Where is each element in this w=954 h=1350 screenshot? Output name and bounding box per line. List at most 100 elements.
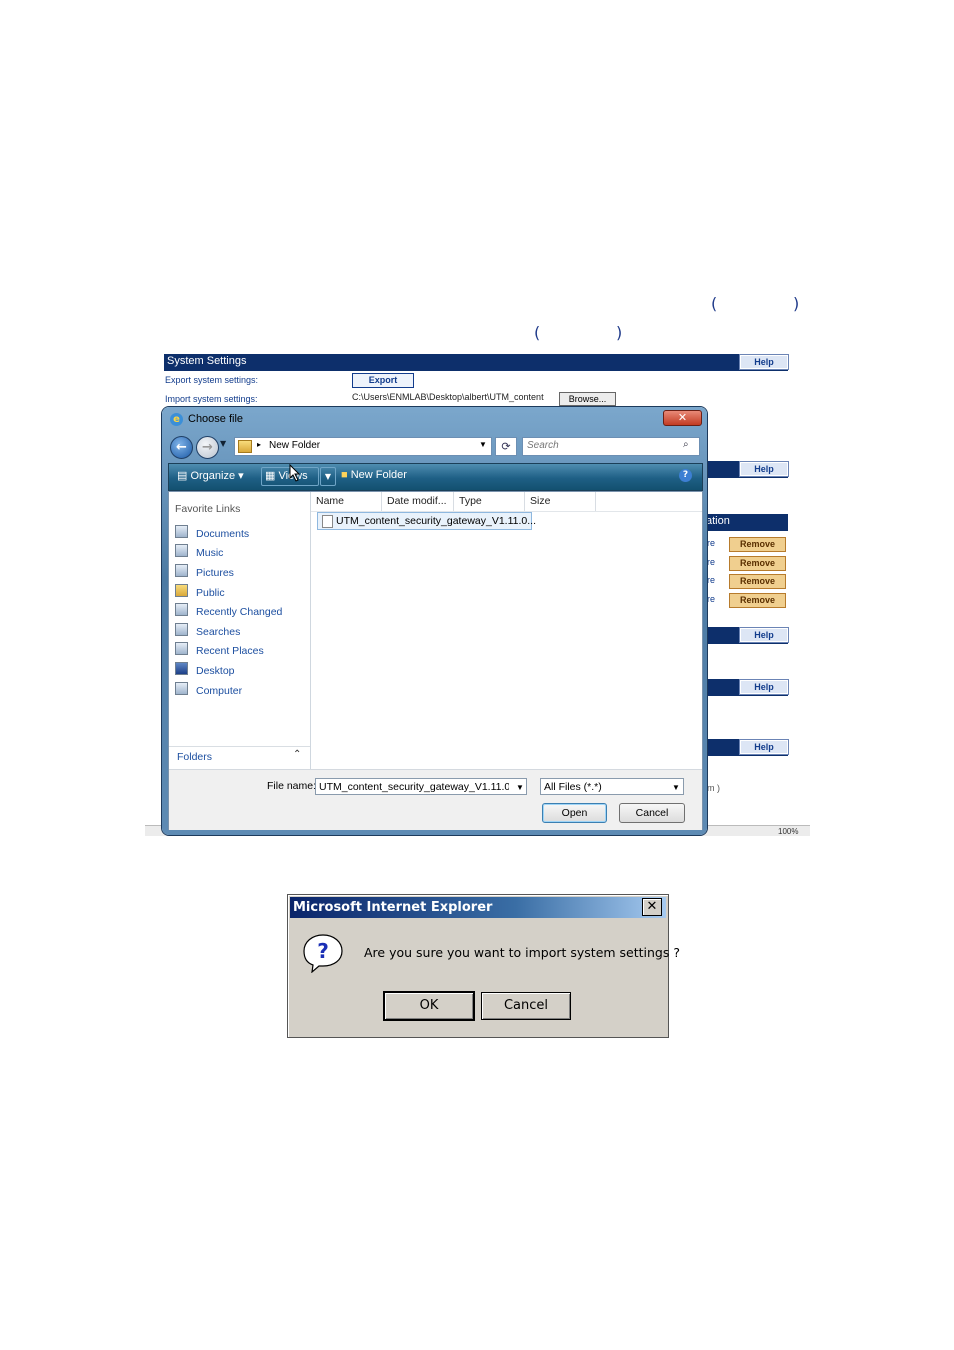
pictures-icon (175, 564, 188, 577)
file-type-select[interactable]: All Files (*.*) ▼ (540, 778, 684, 795)
file-browser: Favorite Links Documents Music Pictures … (168, 491, 703, 830)
help-button[interactable]: Help (739, 461, 789, 477)
cancel-button[interactable]: Cancel (619, 803, 685, 823)
help-icon[interactable]: ? (679, 469, 692, 482)
back-arrow-icon: ← (176, 440, 187, 455)
confirm-dialog: Microsoft Internet Explorer ✕ ? Are you … (287, 894, 680, 1038)
file-type-value: All Files (*.*) (544, 781, 602, 793)
favorite-computer[interactable]: Computer (175, 682, 242, 697)
new-folder-icon: ■ (341, 469, 351, 481)
folder-icon (238, 440, 252, 453)
favorite-label: Documents (196, 528, 250, 540)
open-button[interactable]: Open (542, 803, 607, 823)
help-button[interactable]: Help (739, 627, 789, 643)
forward-arrow-icon: → (202, 440, 213, 455)
dialog-footer: File name: UTM_content_security_gateway_… (169, 769, 702, 830)
favorite-pictures[interactable]: Pictures (175, 564, 234, 579)
music-icon (175, 544, 188, 557)
refresh-button[interactable]: ⟳ (495, 437, 517, 456)
address-bar[interactable]: ▸ New Folder ▼ (234, 437, 492, 456)
views-label-wrap: ▦ Views (265, 469, 308, 482)
desktop-icon (175, 662, 188, 675)
filename-dropdown-icon[interactable]: ▼ (516, 779, 524, 796)
search-icon[interactable]: ⌕ (683, 439, 689, 450)
public-folder-icon (175, 584, 188, 597)
partial-text: re (707, 575, 716, 585)
folders-toggle[interactable]: Folders ⌃ (169, 746, 310, 769)
favorite-recently-changed[interactable]: Recently Changed (175, 603, 282, 618)
search-input[interactable]: Search ⌕ (522, 437, 700, 456)
new-folder-label: New Folder (350, 469, 407, 481)
favorite-links-header: Favorite Links (175, 503, 241, 515)
import-label: Import system settings: (165, 394, 258, 404)
forward-button[interactable]: → (196, 436, 219, 459)
favorite-label: Desktop (196, 665, 235, 677)
favorite-documents[interactable]: Documents (175, 525, 249, 540)
help-button[interactable]: Help (739, 679, 789, 695)
chevron-up-icon: ⌃ (293, 749, 302, 760)
organize-button[interactable]: ▤ Organize ▾ (177, 469, 244, 482)
help-button[interactable]: Help (739, 354, 789, 370)
help-button[interactable]: Help (739, 739, 789, 755)
mouse-cursor-icon (289, 464, 301, 482)
documents-icon (175, 525, 188, 538)
searches-icon (175, 623, 188, 636)
system-settings-title: System Settings (167, 355, 247, 367)
browse-button[interactable]: Browse... (559, 392, 616, 406)
confirm-cancel-button[interactable]: Cancel (481, 992, 571, 1020)
system-settings-bar: System Settings (164, 354, 788, 371)
favorite-label: Recent Places (196, 645, 264, 657)
views-dropdown-icon[interactable]: ▼ (320, 467, 336, 486)
remove-button[interactable]: Remove (729, 537, 786, 552)
svg-text:?: ? (317, 939, 329, 963)
breadcrumb-folder[interactable]: New Folder (269, 440, 320, 451)
column-name[interactable]: Name (311, 492, 382, 511)
filename-input[interactable]: UTM_content_security_gateway_V1.11.0_20 … (315, 778, 527, 795)
paren-close: ) (793, 294, 800, 313)
confirm-dialog-title: Microsoft Internet Explorer (293, 900, 493, 915)
choose-file-dialog: e Choose file ✕ ← → ▼ ▸ New Folder ▼ ⟳ S… (162, 407, 707, 835)
paren-open: ( (711, 294, 718, 313)
column-type[interactable]: Type (454, 492, 525, 511)
column-date-modified[interactable]: Date modif... (382, 492, 454, 511)
close-button[interactable]: ✕ (663, 410, 702, 426)
navigation-row: ← → ▼ ▸ New Folder ▼ ⟳ Search ⌕ (168, 435, 701, 459)
address-dropdown-icon[interactable]: ▼ (479, 440, 487, 449)
history-dropdown-icon[interactable]: ▼ (220, 439, 226, 448)
favorite-music[interactable]: Music (175, 544, 223, 559)
favorite-label: Music (196, 547, 224, 559)
import-path-field[interactable]: C:\Users\ENMLAB\Desktop\albert\UTM_conte… (352, 392, 555, 405)
paren-open: ( (534, 323, 541, 342)
new-folder-button[interactable]: ■ New Folder (341, 469, 407, 481)
export-button[interactable]: Export (352, 373, 414, 388)
remove-button[interactable]: Remove (729, 556, 786, 571)
partial-text: re (707, 557, 716, 567)
favorite-desktop[interactable]: Desktop (175, 662, 235, 677)
navigation-pane: Favorite Links Documents Music Pictures … (169, 492, 311, 769)
favorite-public[interactable]: Public (175, 584, 225, 599)
favorite-label: Computer (196, 685, 243, 697)
confirm-close-button[interactable]: ✕ (642, 898, 662, 916)
confirm-dialog-titlebar: Microsoft Internet Explorer (290, 897, 666, 918)
section-bar: ation (706, 514, 788, 531)
recent-places-icon (175, 642, 188, 655)
export-label: Export system settings: (165, 375, 259, 385)
column-size[interactable]: Size (525, 492, 596, 511)
favorite-recent-places[interactable]: Recent Places (175, 642, 264, 657)
remove-button[interactable]: Remove (729, 593, 786, 608)
file-name: UTM_content_security_gateway_V1.11.0... (336, 515, 536, 527)
ok-button[interactable]: OK (384, 992, 474, 1020)
dialog-title: Choose file (188, 413, 244, 425)
favorite-searches[interactable]: Searches (175, 623, 240, 638)
partial-title: ation (706, 515, 730, 527)
ie-icon: e (170, 413, 183, 426)
partial-text: m ) (707, 783, 720, 793)
file-item[interactable]: UTM_content_security_gateway_V1.11.0... (317, 512, 536, 530)
filename-label: File name: (267, 780, 317, 792)
refresh-icon: ⟳ (501, 440, 511, 453)
command-toolbar: ▤ Organize ▾ ▦ Views ▼ ■ New Folder ? (168, 463, 703, 491)
back-button[interactable]: ← (170, 436, 193, 459)
remove-button[interactable]: Remove (729, 574, 786, 589)
zoom-level[interactable]: 100% (778, 827, 810, 836)
favorite-label: Searches (196, 626, 241, 638)
